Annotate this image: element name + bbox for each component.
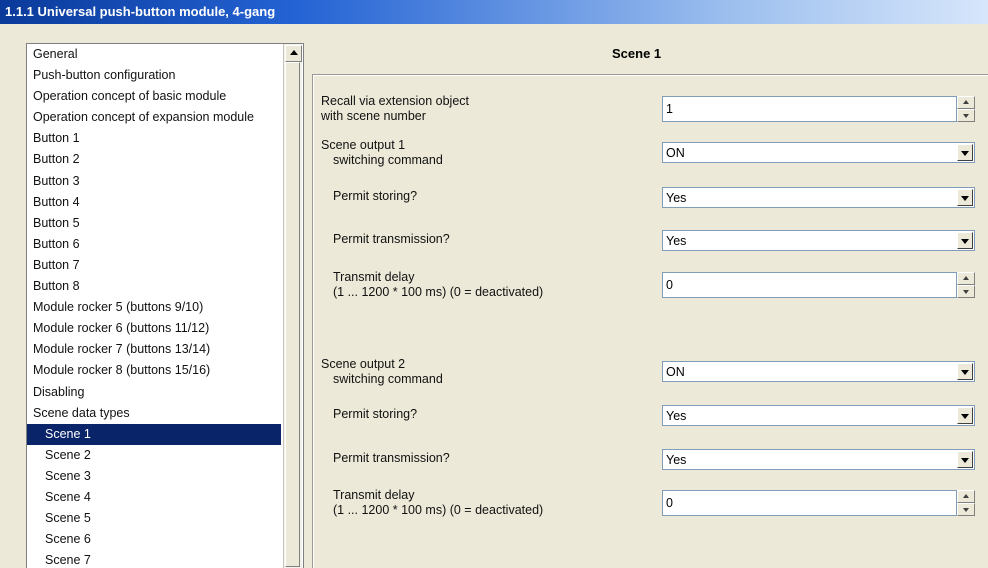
parameter-tree: General Push-button configuration Operat… <box>26 43 304 568</box>
spin-up-icon[interactable] <box>957 272 975 285</box>
tree-item-scene-7[interactable]: Scene 7 <box>27 550 281 568</box>
scene-output-2-delay-label-line1: Transmit delay <box>333 488 415 502</box>
scene-output-1-storing-select[interactable]: Yes <box>662 187 975 208</box>
scene-output-1-delay-label-line2: (1 ... 1200 * 100 ms) (0 = deactivated) <box>333 285 544 299</box>
spin-up-icon[interactable] <box>957 96 975 109</box>
scene-output-2-storing-select[interactable]: Yes <box>662 405 975 426</box>
scene-output-2-delay-spinner[interactable] <box>957 490 975 516</box>
scene-output-1-label: Scene output 1 switching command <box>321 138 443 168</box>
spin-down-icon[interactable] <box>957 285 975 298</box>
scene-output-2-label-line1: Scene output 2 <box>321 357 406 371</box>
tree-item-scene-4[interactable]: Scene 4 <box>27 487 281 508</box>
scene-output-1-transmission-value: Yes <box>666 234 687 248</box>
tree-item-scene-data-types[interactable]: Scene data types <box>27 403 281 424</box>
scene-output-1-delay-input[interactable]: 0 <box>662 272 957 298</box>
tree-item-button-2[interactable]: Button 2 <box>27 149 281 170</box>
scene-output-2-delay-label: Transmit delay (1 ... 1200 * 100 ms) (0 … <box>333 488 543 518</box>
scene-output-2-delay-label-line2: (1 ... 1200 * 100 ms) (0 = deactivated) <box>333 503 544 517</box>
scene-output-1-storing-label: Permit storing? <box>333 189 418 203</box>
recall-scene-number-input[interactable]: 1 <box>662 96 957 122</box>
tree-scrollbar[interactable] <box>283 44 302 568</box>
scene-output-1-storing-value: Yes <box>666 191 687 205</box>
tree-item-module-rocker-6[interactable]: Module rocker 6 (buttons 11/12) <box>27 318 281 339</box>
scene-output-2-storing-value: Yes <box>666 409 687 423</box>
scene-output-2-value: ON <box>666 365 685 379</box>
tree-item-button-1[interactable]: Button 1 <box>27 128 281 149</box>
scene-output-2-transmission-select[interactable]: Yes <box>662 449 975 470</box>
scene-output-2-label-line2: switching command <box>333 372 443 386</box>
recall-label-line1: Recall via extension object <box>321 94 469 108</box>
window-title: 1.1.1 Universal push-button module, 4-ga… <box>5 4 276 19</box>
spin-down-icon[interactable] <box>957 109 975 122</box>
tree-item-scene-5[interactable]: Scene 5 <box>27 508 281 529</box>
tree-item-push-button-configuration[interactable]: Push-button configuration <box>27 65 281 86</box>
tree-item-disabling[interactable]: Disabling <box>27 382 281 403</box>
scene-output-1-label-line2: switching command <box>333 153 443 167</box>
recall-label-line2: with scene number <box>321 109 426 123</box>
chevron-down-icon[interactable] <box>957 363 973 380</box>
tree-list: General Push-button configuration Operat… <box>27 44 281 568</box>
scene-output-2-select[interactable]: ON <box>662 361 975 382</box>
tree-item-button-3[interactable]: Button 3 <box>27 171 281 192</box>
scene-output-2-transmission-label: Permit transmission? <box>333 451 450 465</box>
tree-item-button-5[interactable]: Button 5 <box>27 213 281 234</box>
chevron-down-icon[interactable] <box>957 407 973 424</box>
tree-item-general[interactable]: General <box>27 44 281 65</box>
tree-item-scene-6[interactable]: Scene 6 <box>27 529 281 550</box>
tree-item-scene-3[interactable]: Scene 3 <box>27 466 281 487</box>
tree-item-module-rocker-5[interactable]: Module rocker 5 (buttons 9/10) <box>27 297 281 318</box>
chevron-down-icon[interactable] <box>957 189 973 206</box>
tree-item-button-4[interactable]: Button 4 <box>27 192 281 213</box>
scroll-thumb[interactable] <box>285 62 300 567</box>
window-title-bar: 1.1.1 Universal push-button module, 4-ga… <box>0 0 988 24</box>
tree-item-button-6[interactable]: Button 6 <box>27 234 281 255</box>
tree-item-operation-concept-expansion[interactable]: Operation concept of expansion module <box>27 107 281 128</box>
tree-item-button-7[interactable]: Button 7 <box>27 255 281 276</box>
tree-item-module-rocker-8[interactable]: Module rocker 8 (buttons 15/16) <box>27 360 281 381</box>
scroll-up-arrow-icon[interactable] <box>285 45 302 62</box>
spin-up-icon[interactable] <box>957 490 975 503</box>
recall-scene-number-spinner[interactable] <box>957 96 975 122</box>
tree-item-operation-concept-basic[interactable]: Operation concept of basic module <box>27 86 281 107</box>
tree-item-module-rocker-7[interactable]: Module rocker 7 (buttons 13/14) <box>27 339 281 360</box>
panel-title: Scene 1 <box>612 46 662 61</box>
spin-down-icon[interactable] <box>957 503 975 516</box>
scene-output-1-value: ON <box>666 146 685 160</box>
scene-output-2-delay-value: 0 <box>666 496 673 510</box>
chevron-down-icon[interactable] <box>957 232 973 249</box>
scene-output-2-delay-input[interactable]: 0 <box>662 490 957 516</box>
scene-output-2-storing-label: Permit storing? <box>333 407 418 421</box>
tree-item-button-8[interactable]: Button 8 <box>27 276 281 297</box>
scene-output-1-delay-value: 0 <box>666 278 673 292</box>
scene-output-1-label-line1: Scene output 1 <box>321 138 406 152</box>
chevron-down-icon[interactable] <box>957 451 973 468</box>
scene-output-1-delay-spinner[interactable] <box>957 272 975 298</box>
scene-output-2-label: Scene output 2 switching command <box>321 357 443 387</box>
tree-item-scene-1[interactable]: Scene 1 <box>27 423 281 445</box>
tree-item-scene-2[interactable]: Scene 2 <box>27 445 281 466</box>
scene-output-1-select[interactable]: ON <box>662 142 975 163</box>
scene-output-1-transmission-select[interactable]: Yes <box>662 230 975 251</box>
scene-output-2-transmission-value: Yes <box>666 453 687 467</box>
recall-scene-number-value: 1 <box>666 102 673 116</box>
scene-output-1-delay-label: Transmit delay (1 ... 1200 * 100 ms) (0 … <box>333 270 543 300</box>
scene-output-1-transmission-label: Permit transmission? <box>333 232 450 246</box>
chevron-down-icon[interactable] <box>957 144 973 161</box>
recall-label: Recall via extension object with scene n… <box>321 94 469 124</box>
scene-output-1-delay-label-line1: Transmit delay <box>333 270 415 284</box>
